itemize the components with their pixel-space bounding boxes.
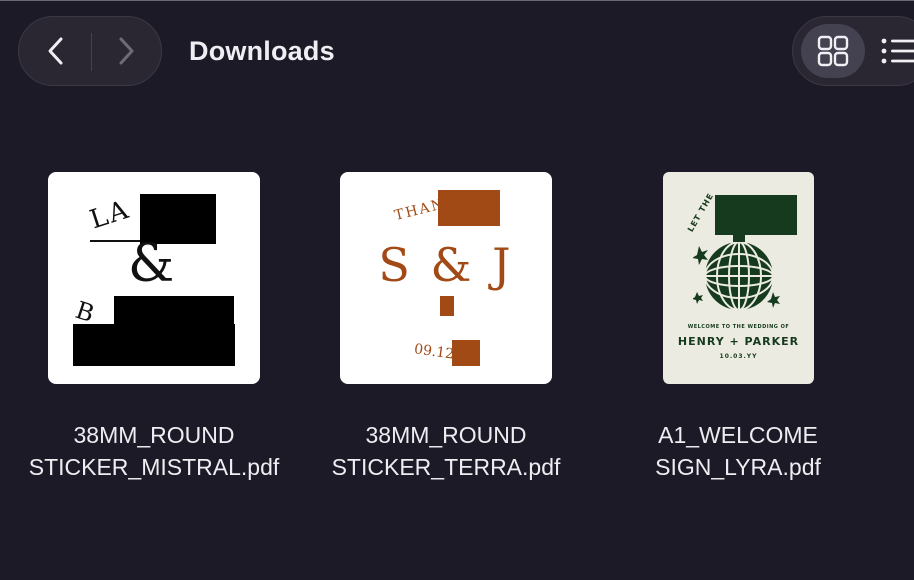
view-switcher: [792, 16, 914, 86]
file-name-lyra[interactable]: A1_WELCOME SIGN_LYRA.pdf: [588, 419, 888, 483]
file-name-line-1: A1_WELCOME: [658, 422, 818, 448]
thumb-date: 10.03.YY: [719, 353, 758, 360]
file-name-line-2: STICKER_MISTRAL.pdf: [28, 454, 280, 480]
chevron-right-icon: [119, 37, 134, 65]
back-button[interactable]: [21, 17, 91, 85]
file-name-line-1: 38MM_ROUND: [73, 422, 235, 448]
disco-ball-illustration: [693, 234, 780, 311]
navigation-controls: [18, 16, 162, 86]
file-name-mistral[interactable]: 38MM_ROUND STICKER_MISTRAL.pdf: [4, 419, 304, 483]
thumb-date: 09.12: [413, 341, 456, 363]
forward-button[interactable]: [91, 17, 161, 85]
window-top-border: [0, 0, 914, 1]
list-view-button[interactable]: [881, 24, 914, 78]
thumb-redaction: [438, 190, 500, 226]
window-title: Downloads: [189, 36, 335, 66]
thumb-redaction: [452, 340, 480, 366]
list-icon: [881, 38, 914, 64]
file-thumbnail-terra[interactable]: THAN S & J 09.12: [340, 172, 552, 384]
thumb-names: HENRY + PARKER: [677, 335, 800, 348]
file-name-terra[interactable]: 38MM_ROUND STICKER_TERRA.pdf: [296, 419, 596, 483]
thumb-redaction: [440, 296, 454, 316]
thumb-text-top: LA: [86, 194, 134, 236]
grid-view-button[interactable]: [801, 24, 865, 78]
file-name-line-2: STICKER_TERRA.pdf: [331, 454, 561, 480]
file-thumbnail-lyra[interactable]: LET THE WELCOME TO THE WEDDING OF HENRY …: [663, 172, 814, 384]
chevron-left-icon: [48, 37, 63, 65]
grid-icon: [817, 35, 849, 67]
thumb-redaction: [715, 195, 797, 235]
thumb-arc-text: LET THE: [685, 191, 716, 234]
file-thumbnail-mistral[interactable]: LA & B: [48, 172, 260, 384]
thumb-initials: S & J: [378, 238, 514, 292]
thumb-ampersand: &: [128, 234, 175, 294]
thumb-subtitle: WELCOME TO THE WEDDING OF: [687, 324, 790, 330]
thumb-redaction: [73, 324, 235, 366]
file-name-line-2: SIGN_LYRA.pdf: [655, 454, 821, 480]
file-name-line-1: 38MM_ROUND: [365, 422, 527, 448]
